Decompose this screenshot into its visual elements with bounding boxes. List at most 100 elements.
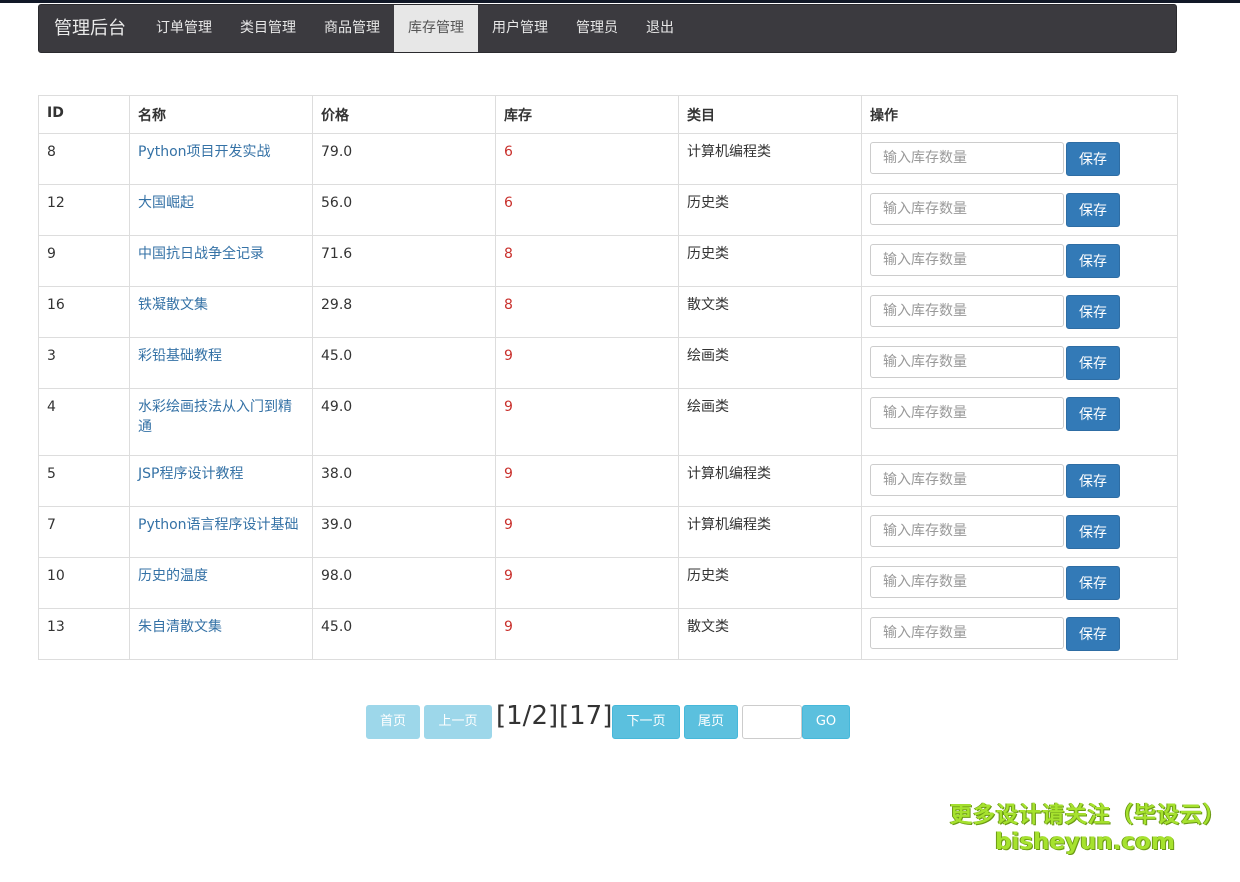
cell-price: 45.0 [312,608,496,660]
table-row: 9 中国抗日战争全记录 71.6 8 历史类 保存 [38,235,1178,287]
stock-quantity-input[interactable] [870,566,1064,598]
cell-price: 49.0 [312,388,496,456]
nav-item-inventory[interactable]: 库存管理 [394,5,478,52]
save-button[interactable]: 保存 [1066,295,1120,329]
navbar: 管理后台 订单管理 类目管理 商品管理 库存管理 用户管理 管理员 退出 [38,4,1177,53]
cell-actions: 保存 [861,286,1178,338]
watermark-line-1: 更多设计请关注（毕设云） [950,803,1227,828]
nav-item-products[interactable]: 商品管理 [310,5,394,52]
column-header-name: 名称 [129,95,313,134]
save-button[interactable]: 保存 [1066,464,1120,498]
product-name-link[interactable]: 历史的温度 [129,557,313,609]
save-button[interactable]: 保存 [1066,244,1120,278]
table-row: 13 朱自清散文集 45.0 9 散文类 保存 [38,608,1178,660]
cell-actions: 保存 [861,557,1178,609]
stock-quantity-input[interactable] [870,397,1064,429]
cell-category: 历史类 [678,235,862,287]
cell-id: 10 [38,557,130,609]
product-name-link[interactable]: 中国抗日战争全记录 [129,235,313,287]
column-header-actions: 操作 [861,95,1178,134]
stock-quantity-input[interactable] [870,515,1064,547]
table-row: 12 大国崛起 56.0 6 历史类 保存 [38,184,1178,236]
top-border [0,0,1240,3]
column-header-category: 类目 [678,95,862,134]
product-name-link[interactable]: JSP程序设计教程 [129,455,313,507]
save-button[interactable]: 保存 [1066,617,1120,651]
cell-category: 散文类 [678,608,862,660]
cell-price: 38.0 [312,455,496,507]
stock-quantity-input[interactable] [870,464,1064,496]
cell-stock: 9 [495,506,679,558]
product-name-link[interactable]: 大国崛起 [129,184,313,236]
next-page-button[interactable]: 下一页 [612,705,680,739]
cell-actions: 保存 [861,184,1178,236]
save-button[interactable]: 保存 [1066,397,1120,431]
save-button[interactable]: 保存 [1066,142,1120,176]
page-indicator: [1/2] [496,701,559,731]
save-button[interactable]: 保存 [1066,193,1120,227]
navbar-brand[interactable]: 管理后台 [54,5,126,54]
stock-quantity-input[interactable] [870,617,1064,649]
table-header-row: ID 名称 价格 库存 类目 操作 [38,95,1178,134]
product-name-link[interactable]: 水彩绘画技法从入门到精通 [129,388,313,456]
cell-stock: 6 [495,184,679,236]
cell-price: 79.0 [312,133,496,185]
cell-stock: 9 [495,388,679,456]
stock-quantity-input[interactable] [870,346,1064,378]
table-row: 16 铁凝散文集 29.8 8 散文类 保存 [38,286,1178,338]
product-name-link[interactable]: Python项目开发实战 [129,133,313,185]
nav-item-admins[interactable]: 管理员 [562,5,632,52]
product-name-link[interactable]: Python语言程序设计基础 [129,506,313,558]
cell-stock: 8 [495,286,679,338]
cell-actions: 保存 [861,337,1178,389]
cell-id: 8 [38,133,130,185]
watermark: 更多设计请关注（毕设云） bisheyun.com [950,802,1227,856]
go-button[interactable]: GO [802,705,850,739]
nav-item-logout[interactable]: 退出 [632,5,688,52]
last-page-button[interactable]: 尾页 [684,705,738,739]
cell-id: 12 [38,184,130,236]
cell-actions: 保存 [861,608,1178,660]
stock-quantity-input[interactable] [870,295,1064,327]
product-name-link[interactable]: 朱自清散文集 [129,608,313,660]
prev-page-button[interactable]: 上一页 [424,705,492,739]
cell-stock: 9 [495,455,679,507]
save-button[interactable]: 保存 [1066,566,1120,600]
cell-id: 16 [38,286,130,338]
cell-stock: 6 [495,133,679,185]
page-jump-input[interactable] [742,705,802,739]
nav-item-users[interactable]: 用户管理 [478,5,562,52]
cell-category: 散文类 [678,286,862,338]
table-row: 8 Python项目开发实战 79.0 6 计算机编程类 保存 [38,133,1178,185]
stock-quantity-input[interactable] [870,193,1064,225]
table-row: 7 Python语言程序设计基础 39.0 9 计算机编程类 保存 [38,506,1178,558]
cell-stock: 8 [495,235,679,287]
cell-actions: 保存 [861,388,1178,456]
product-name-link[interactable]: 彩铅基础教程 [129,337,313,389]
table-row: 4 水彩绘画技法从入门到精通 49.0 9 绘画类 保存 [38,388,1178,456]
column-header-id: ID [38,95,130,134]
cell-actions: 保存 [861,133,1178,185]
cell-category: 计算机编程类 [678,506,862,558]
save-button[interactable]: 保存 [1066,346,1120,380]
table-row: 3 彩铅基础教程 45.0 9 绘画类 保存 [38,337,1178,389]
column-header-price: 价格 [312,95,496,134]
nav-menu: 订单管理 类目管理 商品管理 库存管理 用户管理 管理员 退出 [142,5,688,52]
cell-id: 5 [38,455,130,507]
stock-quantity-input[interactable] [870,142,1064,174]
nav-item-orders[interactable]: 订单管理 [142,5,226,52]
cell-category: 计算机编程类 [678,455,862,507]
cell-category: 计算机编程类 [678,133,862,185]
cell-category: 绘画类 [678,337,862,389]
nav-item-categories[interactable]: 类目管理 [226,5,310,52]
product-name-link[interactable]: 铁凝散文集 [129,286,313,338]
cell-actions: 保存 [861,506,1178,558]
cell-price: 29.8 [312,286,496,338]
save-button[interactable]: 保存 [1066,515,1120,549]
stock-quantity-input[interactable] [870,244,1064,276]
cell-actions: 保存 [861,235,1178,287]
first-page-button[interactable]: 首页 [366,705,420,739]
cell-category: 历史类 [678,184,862,236]
watermark-line-2: bisheyun.com [995,829,1175,855]
cell-category: 绘画类 [678,388,862,456]
